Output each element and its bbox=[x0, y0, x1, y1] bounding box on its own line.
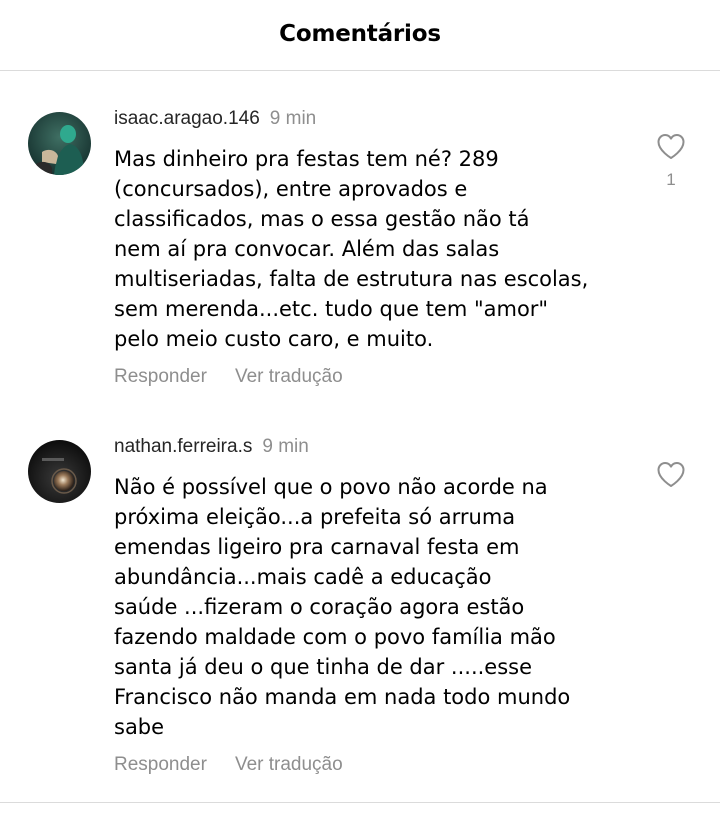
like-count: 1 bbox=[666, 170, 676, 189]
reply-button[interactable]: Responder bbox=[114, 754, 207, 776]
comment-actions: Responder Ver tradução bbox=[114, 754, 343, 776]
see-translation-button[interactable]: Ver tradução bbox=[235, 366, 343, 388]
divider bbox=[0, 802, 720, 803]
like-control: 1 bbox=[654, 133, 688, 190]
page-title: Comentários bbox=[279, 21, 441, 47]
see-translation-button[interactable]: Ver tradução bbox=[235, 754, 343, 776]
comment-text: Não é possível que o povo não acorde na … bbox=[114, 475, 571, 739]
user-avatar-icon bbox=[28, 440, 91, 503]
avatar[interactable] bbox=[28, 112, 91, 175]
username-link[interactable]: nathan.ferreira.s bbox=[114, 436, 252, 457]
comment-time: 9 min bbox=[269, 108, 317, 129]
comment-meta: nathan.ferreira.s 9 min bbox=[114, 436, 309, 458]
comment-time: 9 min bbox=[262, 436, 309, 457]
comments-sheet: Comentários isaac.aragao.146 9 min Mas d… bbox=[0, 0, 720, 816]
comment-meta: isaac.aragao.146 9 min bbox=[114, 108, 316, 130]
avatar[interactable] bbox=[28, 440, 91, 503]
reply-button[interactable]: Responder bbox=[114, 366, 207, 388]
heart-icon[interactable] bbox=[656, 133, 686, 160]
comment-text: Mas dinheiro pra festas tem né? 289 (con… bbox=[114, 147, 589, 351]
user-avatar-icon bbox=[28, 112, 91, 175]
like-control bbox=[654, 461, 688, 488]
comment-actions: Responder Ver tradução bbox=[114, 366, 343, 388]
comments-header: Comentários bbox=[0, 0, 720, 71]
heart-icon[interactable] bbox=[656, 461, 686, 488]
username-link[interactable]: isaac.aragao.146 bbox=[114, 108, 260, 129]
